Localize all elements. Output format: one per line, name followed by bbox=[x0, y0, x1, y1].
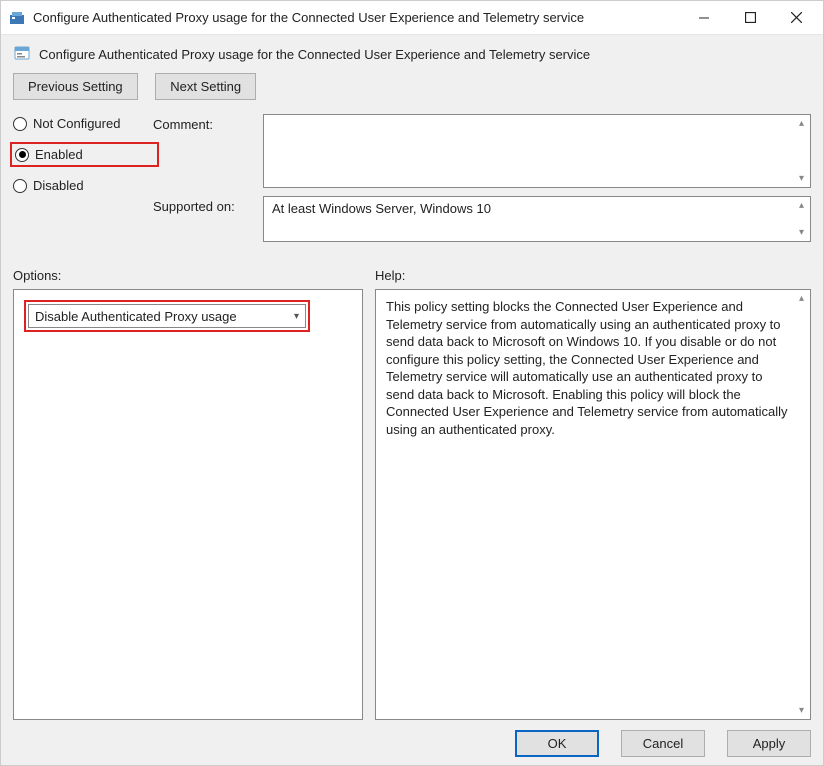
scroll-down-icon[interactable]: ▾ bbox=[795, 226, 808, 239]
section-labels: Options: Help: bbox=[13, 268, 811, 283]
radio-disabled[interactable]: Disabled bbox=[13, 178, 153, 193]
highlight-enabled: Enabled bbox=[10, 142, 159, 167]
radio-icon bbox=[13, 179, 27, 193]
highlight-dropdown: Disable Authenticated Proxy usage ▾ bbox=[24, 300, 310, 332]
scroll-down-icon[interactable]: ▾ bbox=[795, 704, 808, 717]
window-controls bbox=[681, 3, 819, 33]
previous-setting-button[interactable]: Previous Setting bbox=[13, 73, 138, 100]
next-setting-button[interactable]: Next Setting bbox=[155, 73, 256, 100]
comment-textarea[interactable]: ▴ ▾ bbox=[263, 114, 811, 188]
policy-name: Configure Authenticated Proxy usage for … bbox=[39, 47, 590, 62]
maximize-button[interactable] bbox=[727, 3, 773, 33]
radio-icon-selected bbox=[15, 148, 29, 162]
help-pane: This policy setting blocks the Connected… bbox=[375, 289, 811, 720]
help-text: This policy setting blocks the Connected… bbox=[386, 299, 788, 437]
close-button[interactable] bbox=[773, 3, 819, 33]
radio-label: Not Configured bbox=[33, 116, 120, 131]
apply-button[interactable]: Apply bbox=[727, 730, 811, 757]
scroll-up-icon[interactable]: ▴ bbox=[795, 292, 808, 305]
options-section-label: Options: bbox=[13, 268, 375, 283]
radio-enabled[interactable]: Enabled bbox=[15, 147, 83, 162]
proxy-usage-dropdown[interactable]: Disable Authenticated Proxy usage ▾ bbox=[28, 304, 306, 328]
help-section-label: Help: bbox=[375, 268, 811, 283]
scroll-up-icon[interactable]: ▴ bbox=[795, 117, 808, 130]
dialog-window: Configure Authenticated Proxy usage for … bbox=[0, 0, 824, 766]
radio-icon bbox=[13, 117, 27, 131]
config-grid: Not Configured Enabled Disabled bbox=[13, 114, 811, 250]
scroll-up-icon[interactable]: ▴ bbox=[795, 199, 808, 212]
comment-row: Comment: ▴ ▾ bbox=[153, 114, 811, 188]
policy-header: Configure Authenticated Proxy usage for … bbox=[13, 45, 811, 63]
supported-value: At least Windows Server, Windows 10 bbox=[272, 201, 491, 216]
ok-button[interactable]: OK bbox=[515, 730, 599, 757]
radio-label: Disabled bbox=[33, 178, 84, 193]
titlebar: Configure Authenticated Proxy usage for … bbox=[1, 1, 823, 35]
supported-on-box: At least Windows Server, Windows 10 ▴ ▾ bbox=[263, 196, 811, 242]
comment-label: Comment: bbox=[153, 114, 263, 132]
dialog-footer: OK Cancel Apply bbox=[13, 720, 811, 757]
state-radio-group: Not Configured Enabled Disabled bbox=[13, 114, 153, 250]
client-area: Configure Authenticated Proxy usage for … bbox=[1, 35, 823, 765]
scroll-down-icon[interactable]: ▾ bbox=[795, 172, 808, 185]
radio-not-configured[interactable]: Not Configured bbox=[13, 116, 153, 131]
nav-buttons: Previous Setting Next Setting bbox=[13, 73, 811, 100]
cancel-button[interactable]: Cancel bbox=[621, 730, 705, 757]
radio-dot-icon bbox=[19, 151, 26, 158]
options-pane: Disable Authenticated Proxy usage ▾ bbox=[13, 289, 363, 720]
minimize-button[interactable] bbox=[681, 3, 727, 33]
chevron-down-icon: ▾ bbox=[294, 311, 299, 322]
dropdown-value: Disable Authenticated Proxy usage bbox=[35, 309, 237, 324]
window-title: Configure Authenticated Proxy usage for … bbox=[33, 10, 681, 25]
supported-label: Supported on: bbox=[153, 196, 263, 214]
policy-icon bbox=[13, 45, 31, 63]
supported-row: Supported on: At least Windows Server, W… bbox=[153, 196, 811, 242]
lower-panes: Disable Authenticated Proxy usage ▾ This… bbox=[13, 289, 811, 720]
app-icon bbox=[9, 10, 25, 26]
radio-label: Enabled bbox=[35, 147, 83, 162]
fields-column: Comment: ▴ ▾ Supported on: At least Wind… bbox=[153, 114, 811, 250]
